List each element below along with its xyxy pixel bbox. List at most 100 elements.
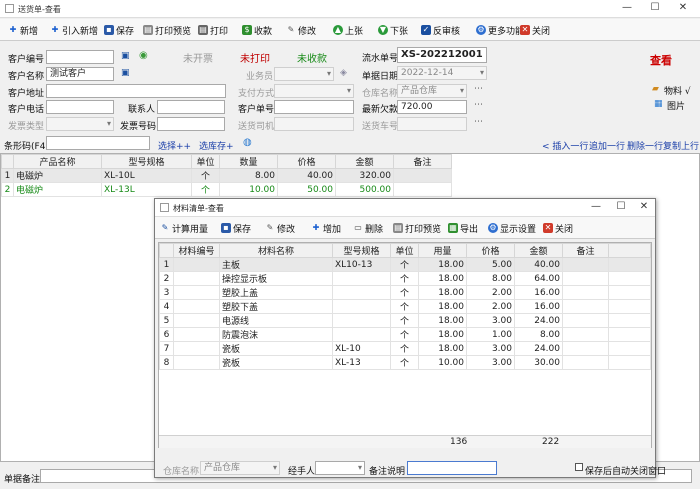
note-cell[interactable] bbox=[562, 327, 609, 342]
col-header[interactable]: 数量 bbox=[219, 154, 278, 169]
more-functions-button[interactable]: ⚙ 更多功能 bbox=[476, 23, 524, 37]
unit-cell[interactable]: 个 bbox=[390, 271, 419, 286]
close-button[interactable]: ✕ 关闭 bbox=[520, 23, 550, 37]
col-header[interactable]: 金额 bbox=[514, 243, 563, 258]
model-cell[interactable]: XL10-13 bbox=[332, 257, 391, 272]
table-row[interactable]: 7 瓷板 XL-10 个 18.00 3.00 24.00 bbox=[159, 341, 651, 356]
dialog-warehouse-select[interactable]: 产品仓库 bbox=[200, 461, 280, 475]
table-row[interactable]: 8 瓷板 XL-13 个 10.00 3.00 30.00 bbox=[159, 355, 651, 370]
invoice-type-select[interactable] bbox=[46, 117, 114, 131]
amount-cell[interactable]: 30.00 bbox=[514, 355, 563, 370]
material-name-cell[interactable]: 瓷板 bbox=[219, 355, 333, 370]
price-cell[interactable]: 1.00 bbox=[466, 327, 515, 342]
serial-input[interactable]: XS-202212001 bbox=[397, 47, 487, 63]
model-cell[interactable] bbox=[332, 313, 391, 328]
close-window-button[interactable]: ✕ bbox=[672, 2, 694, 13]
model-cell[interactable] bbox=[332, 271, 391, 286]
note-cell[interactable] bbox=[393, 168, 452, 183]
qty-cell[interactable]: 18.00 bbox=[418, 341, 467, 356]
note-cell[interactable] bbox=[562, 313, 609, 328]
insert-row-link[interactable]: < 插入一行 bbox=[542, 139, 588, 152]
select-plus-link[interactable]: 选择++ bbox=[158, 139, 191, 152]
qty-cell[interactable]: 18.00 bbox=[418, 271, 467, 286]
price-cell[interactable]: 8.00 bbox=[466, 271, 515, 286]
material-code-cell[interactable] bbox=[173, 299, 220, 314]
warehouse-more-button[interactable]: ⋯ bbox=[474, 84, 483, 94]
unit-cell[interactable]: 个 bbox=[390, 327, 419, 342]
print-preview-button[interactable]: ▤ 打印预览 bbox=[143, 23, 191, 37]
material-link[interactable]: 物料 √ bbox=[664, 84, 691, 97]
qty-cell[interactable]: 8.00 bbox=[219, 168, 278, 183]
dialog-export-button[interactable]: ▦ 导出 bbox=[448, 221, 478, 235]
price-cell[interactable]: 2.00 bbox=[466, 285, 515, 300]
invoice-no-input[interactable] bbox=[157, 117, 225, 131]
dialog-close-window-button[interactable]: ✕ bbox=[633, 201, 655, 212]
minimize-button[interactable]: — bbox=[616, 2, 638, 13]
qty-cell[interactable]: 18.00 bbox=[418, 327, 467, 342]
amount-cell[interactable]: 64.00 bbox=[514, 271, 563, 286]
product-name-cell[interactable]: 电磁炉 bbox=[13, 168, 102, 183]
material-name-cell[interactable]: 瓷板 bbox=[219, 341, 333, 356]
dialog-edit-button[interactable]: ✎ 修改 bbox=[265, 221, 295, 235]
col-header[interactable]: 用量 bbox=[418, 243, 467, 258]
debt-more-button[interactable]: ⋯ bbox=[474, 100, 483, 110]
display-settings-button[interactable]: ⚙ 显示设置 bbox=[488, 221, 536, 235]
material-name-cell[interactable]: 塑胶下盖 bbox=[219, 299, 333, 314]
dialog-maximize-button[interactable]: ☐ bbox=[610, 201, 632, 212]
material-code-cell[interactable] bbox=[173, 257, 220, 272]
col-header[interactable]: 材料名称 bbox=[219, 243, 333, 258]
table-row[interactable]: 6 防震泡沫 个 18.00 1.00 8.00 bbox=[159, 327, 651, 342]
contact-input[interactable] bbox=[157, 100, 225, 114]
date-picker[interactable]: 2022-12-14 bbox=[397, 66, 487, 80]
barcode-input[interactable] bbox=[46, 136, 150, 150]
col-header[interactable]: 备注 bbox=[393, 154, 452, 169]
driver-input[interactable] bbox=[274, 117, 354, 131]
model-cell[interactable]: XL-13 bbox=[332, 355, 391, 370]
note-cell[interactable] bbox=[562, 257, 609, 272]
amount-cell[interactable]: 320.00 bbox=[335, 168, 394, 183]
model-cell[interactable] bbox=[332, 299, 391, 314]
amount-cell[interactable]: 24.00 bbox=[514, 313, 563, 328]
edit-button[interactable]: ✎ 修改 bbox=[286, 23, 316, 37]
cust-order-input[interactable] bbox=[274, 100, 354, 114]
material-name-cell[interactable]: 防震泡沫 bbox=[219, 327, 333, 342]
dialog-save-button[interactable]: ▪ 保存 bbox=[221, 221, 251, 235]
col-header[interactable]: 材料编号 bbox=[173, 243, 220, 258]
amount-cell[interactable]: 8.00 bbox=[514, 327, 563, 342]
col-header[interactable]: 备注 bbox=[562, 243, 609, 258]
unit-cell[interactable]: 个 bbox=[191, 168, 220, 183]
price-cell[interactable]: 40.00 bbox=[277, 168, 336, 183]
new-button[interactable]: ✚ 新增 bbox=[8, 23, 38, 37]
maximize-button[interactable]: ☐ bbox=[644, 2, 666, 13]
col-header[interactable]: 单位 bbox=[191, 154, 220, 169]
price-cell[interactable]: 50.00 bbox=[277, 182, 336, 197]
table-row[interactable]: 5 电源线 个 18.00 3.00 24.00 bbox=[159, 313, 651, 328]
salesman-lookup-icon[interactable]: ◈ bbox=[340, 68, 347, 78]
autoclose-checkbox[interactable] bbox=[575, 463, 583, 471]
material-name-cell[interactable]: 主板 bbox=[219, 257, 333, 272]
material-name-cell[interactable]: 电源线 bbox=[219, 313, 333, 328]
print-button[interactable]: ▤ 打印 bbox=[198, 23, 228, 37]
select-stock-link[interactable]: 选库存+ bbox=[199, 139, 234, 152]
copy-row-link[interactable]: 复制上行 bbox=[663, 139, 699, 152]
model-cell[interactable] bbox=[332, 327, 391, 342]
customer-lookup-icon[interactable]: ▣ bbox=[121, 68, 130, 78]
note-cell[interactable] bbox=[562, 355, 609, 370]
material-code-cell[interactable] bbox=[173, 313, 220, 328]
note-cell[interactable] bbox=[393, 182, 452, 197]
col-header[interactable]: 单位 bbox=[390, 243, 419, 258]
dialog-close-button[interactable]: ✕ 关闭 bbox=[543, 221, 573, 235]
qty-cell[interactable]: 18.00 bbox=[418, 299, 467, 314]
unit-cell[interactable]: 个 bbox=[390, 313, 419, 328]
debt-input[interactable]: 720.00 bbox=[397, 100, 467, 114]
table-row[interactable]: 4 塑胶下盖 个 18.00 2.00 16.00 bbox=[159, 299, 651, 314]
next-button[interactable]: ▼ 下张 bbox=[378, 23, 408, 37]
unit-cell[interactable]: 个 bbox=[390, 285, 419, 300]
note-input[interactable] bbox=[407, 461, 497, 475]
table-row[interactable]: 3 塑胶上盖 个 18.00 2.00 16.00 bbox=[159, 285, 651, 300]
material-name-cell[interactable]: 塑胶上盖 bbox=[219, 285, 333, 300]
import-new-button[interactable]: ✚ 引入新增 bbox=[50, 23, 98, 37]
receive-button[interactable]: $ 收款 bbox=[242, 23, 272, 37]
amount-cell[interactable]: 24.00 bbox=[514, 341, 563, 356]
warehouse-select[interactable]: 产品仓库 bbox=[397, 84, 467, 98]
